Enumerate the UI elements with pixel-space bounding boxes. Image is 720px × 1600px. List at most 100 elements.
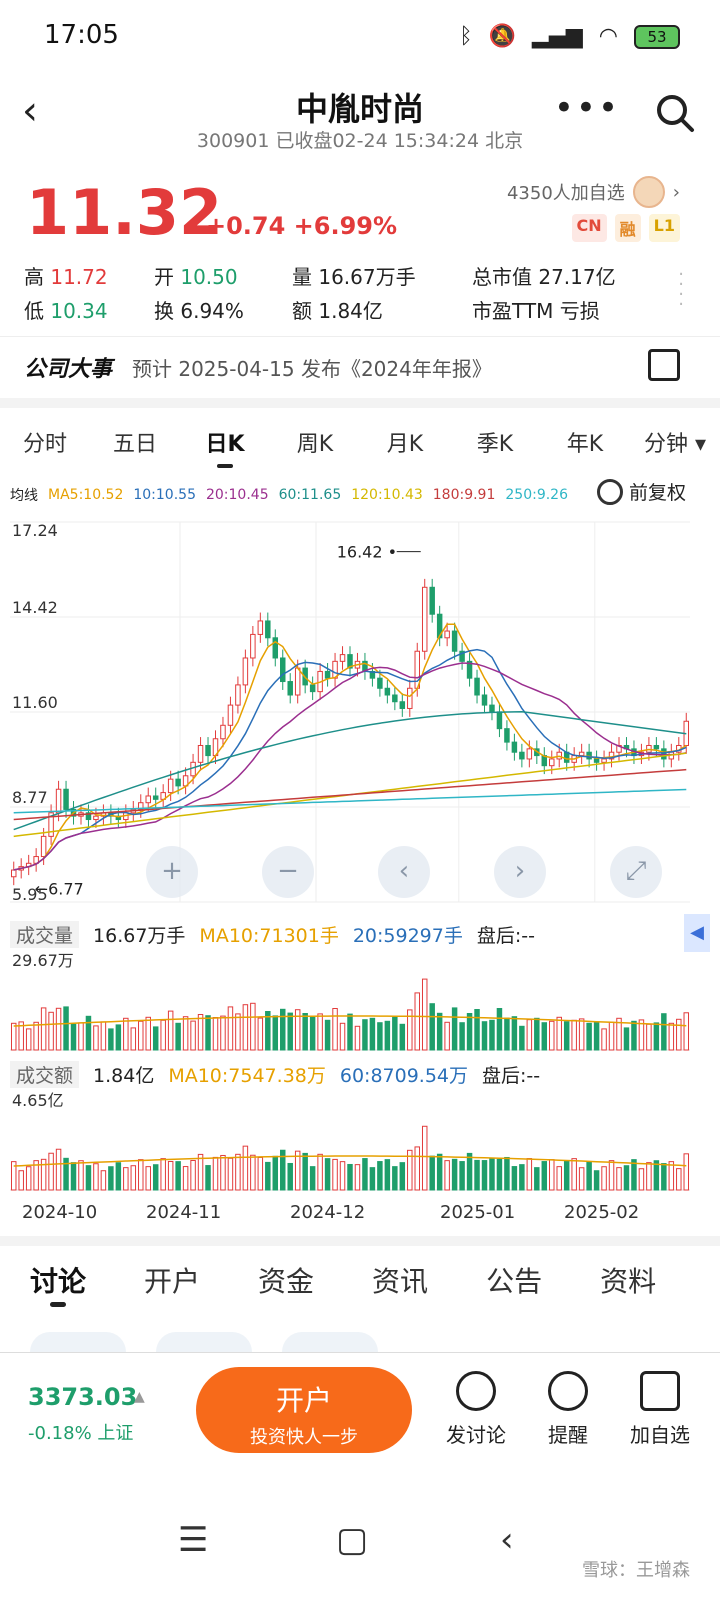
- tab-profile[interactable]: 资料: [600, 1252, 656, 1322]
- tab-weekly-k[interactable]: 周K: [270, 412, 360, 468]
- volume-bar: [242, 1004, 249, 1051]
- volume-bar: [78, 1160, 84, 1191]
- volume-bar: [653, 1022, 660, 1051]
- ma-line-180: [13, 768, 687, 821]
- candle-body: [451, 630, 458, 652]
- open-account-subtitle: 投资快人一步: [250, 1427, 358, 1448]
- candle-body: [235, 684, 241, 706]
- tab-discussion[interactable]: 讨论: [30, 1252, 86, 1322]
- post-discussion-button[interactable]: 发讨论: [436, 1371, 516, 1448]
- volume-bar: [549, 1020, 555, 1051]
- calendar-icon[interactable]: [648, 349, 680, 381]
- stat-label: 市盈TTM: [472, 298, 554, 323]
- x-axis: 2024-10 2024-11 2024-12 2025-01 2025-02: [10, 1200, 700, 1230]
- open-account-button[interactable]: 开户 投资快人一步: [196, 1367, 412, 1453]
- tab-announcements[interactable]: 公告: [486, 1252, 542, 1322]
- x-tick: 2024-12: [290, 1202, 366, 1223]
- stats-row: 低 10.34 换 6.94% 额 1.84亿 市盈TTM 亏损: [24, 292, 684, 326]
- candlestick-chart[interactable]: 17.2414.4211.608.775.9516.42 •←6.77: [10, 512, 700, 912]
- volume-bar: [309, 1016, 316, 1051]
- volume-bar: [601, 1166, 607, 1191]
- fullscreen-button[interactable]: ⤢: [610, 846, 662, 898]
- search-icon[interactable]: [654, 92, 696, 138]
- volume-bar: [623, 1027, 630, 1051]
- tab-daily-k[interactable]: 日K: [180, 412, 270, 468]
- amount-ma10: MA10:7547.38万: [168, 1064, 326, 1087]
- content-tabs: 讨论 开户 资金 资讯 公告 资料: [0, 1252, 720, 1322]
- candle-body: [152, 795, 159, 800]
- volume-bar: [235, 1153, 241, 1191]
- tab-intraday[interactable]: 分时: [0, 412, 90, 468]
- volume-bar: [130, 1027, 137, 1051]
- stat-value: 10.50: [180, 264, 238, 289]
- tab-monthly-k[interactable]: 月K: [360, 412, 450, 468]
- divider: [0, 1236, 720, 1246]
- volume-bar: [466, 1152, 473, 1191]
- price-adjust-toggle[interactable]: 前复权: [596, 478, 686, 505]
- stock-subtitle: 300901 已收盘02-24 15:34:24 北京: [196, 130, 524, 152]
- candle-body: [601, 758, 607, 763]
- volume-bar: [414, 1146, 420, 1191]
- volume-bar: [85, 1165, 92, 1191]
- index-value[interactable]: 3373.03: [28, 1383, 137, 1411]
- action-label: 发讨论: [446, 1423, 506, 1447]
- tab-yearly-k[interactable]: 年K: [540, 412, 630, 468]
- candle-body: [257, 620, 264, 635]
- alert-button[interactable]: 提醒: [528, 1371, 608, 1448]
- volume-bar: [70, 1023, 77, 1051]
- chevron-right-icon[interactable]: ›: [673, 182, 680, 203]
- scroll-left-button[interactable]: ‹: [378, 846, 430, 898]
- tab-five-day[interactable]: 五日: [90, 412, 180, 468]
- menu-icon[interactable]: ☰: [178, 1520, 208, 1560]
- volume-bar: [272, 1015, 279, 1051]
- candle-body: [392, 694, 398, 703]
- amount-after-hours: 盘后:--: [482, 1064, 541, 1087]
- index-change[interactable]: -0.18% 上证: [28, 1419, 133, 1445]
- volume-bar: [332, 1008, 338, 1051]
- event-text: 预计 2025-04-15 发布《2024年年报》: [132, 357, 492, 381]
- volume-bar: [608, 1160, 615, 1191]
- follow-info[interactable]: 4350人加自选 ›: [507, 176, 680, 208]
- back-nav-icon[interactable]: ‹: [500, 1520, 514, 1560]
- volume-bar: [190, 1020, 196, 1051]
- ma-item: 20:10.45: [205, 487, 269, 503]
- candle-body: [511, 741, 518, 753]
- collapse-arrow-icon[interactable]: ◀: [684, 914, 710, 952]
- volume-bar: [459, 1161, 465, 1191]
- scroll-right-button[interactable]: ›: [494, 846, 546, 898]
- candle-body: [55, 788, 62, 814]
- status-bar: 17:05 ᛒ 🔕 ▂▄▆ ◠ 53: [0, 0, 720, 78]
- expand-dots-icon[interactable]: · · · ·: [678, 266, 684, 314]
- action-label: 加自选: [630, 1423, 690, 1447]
- volume-bar: [474, 1159, 480, 1191]
- candle-body: [93, 815, 99, 821]
- volume-bar: [197, 1153, 204, 1191]
- tab-news[interactable]: 资讯: [372, 1252, 428, 1322]
- volume-bar: [138, 1159, 144, 1191]
- volume-bar: [265, 1161, 271, 1191]
- tab-capital[interactable]: 资金: [258, 1252, 314, 1322]
- volume-bar: [115, 1162, 122, 1191]
- volume-bar: [302, 1013, 308, 1051]
- volume-bar: [347, 1163, 353, 1191]
- stat-value: 10.34: [50, 298, 108, 323]
- stat-label: 高: [24, 264, 44, 289]
- tab-minute[interactable]: 分钟 ▾: [630, 412, 720, 468]
- volume-ma20: 20:59297手: [352, 924, 463, 947]
- chat-icon: [456, 1371, 496, 1411]
- candle-body: [167, 778, 174, 794]
- max-label: 4.65亿: [12, 1091, 64, 1110]
- tab-open-account[interactable]: 开户: [144, 1252, 200, 1322]
- add-watchlist-button[interactable]: 加自选: [620, 1371, 700, 1448]
- home-icon[interactable]: ▢: [336, 1520, 368, 1560]
- volume-bar: [235, 1013, 241, 1051]
- company-event-bar[interactable]: 公司大事 预计 2025-04-15 发布《2024年年报》: [0, 336, 720, 398]
- more-icon[interactable]: •••: [554, 88, 620, 128]
- avatar[interactable]: [632, 176, 665, 208]
- volume-bar: [399, 1162, 406, 1191]
- volume-bar: [608, 1021, 615, 1051]
- zoom-in-button[interactable]: +: [146, 846, 198, 898]
- zoom-out-button[interactable]: −: [262, 846, 314, 898]
- candle-body: [474, 677, 480, 696]
- tab-quarterly-k[interactable]: 季K: [450, 412, 540, 468]
